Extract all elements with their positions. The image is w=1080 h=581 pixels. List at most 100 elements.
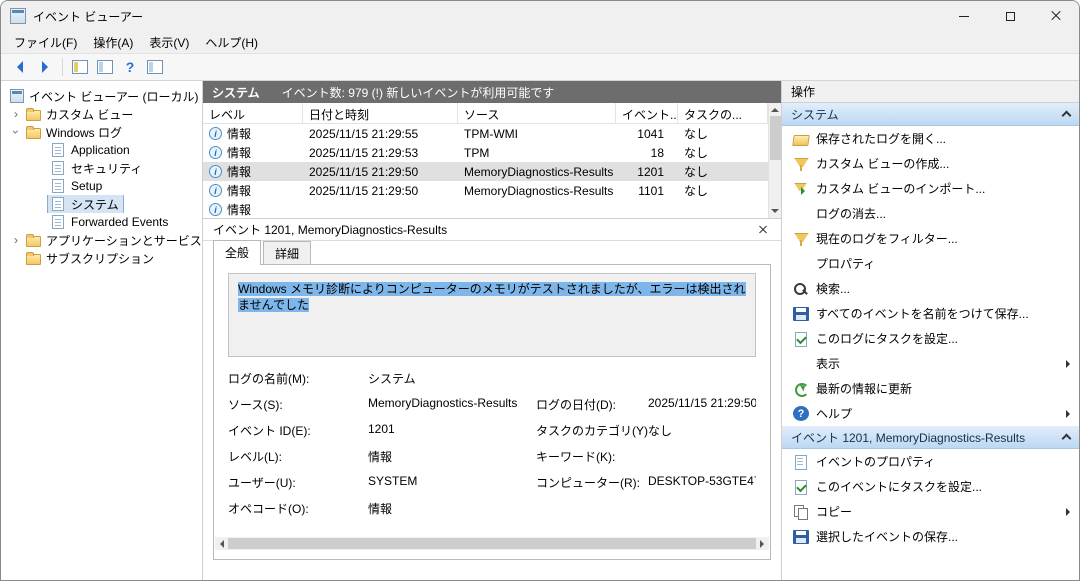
field-label bbox=[536, 500, 648, 517]
find-icon bbox=[793, 281, 809, 297]
action-label: カスタム ビューのインポート... bbox=[816, 180, 985, 197]
field-value: DESKTOP-53GTE47 bbox=[648, 474, 756, 491]
field-label: キーワード(K): bbox=[536, 448, 648, 465]
menu-action[interactable]: 操作(A) bbox=[85, 32, 141, 53]
menu-view[interactable]: 表示(V) bbox=[141, 32, 197, 53]
tree-item-system[interactable]: システム bbox=[1, 195, 202, 213]
back-button[interactable] bbox=[9, 56, 31, 78]
table-row[interactable]: 情報 bbox=[203, 200, 768, 218]
help-button[interactable]: ? bbox=[119, 56, 141, 78]
chevron-right-icon[interactable] bbox=[9, 233, 23, 247]
column-source[interactable]: ソース bbox=[458, 103, 616, 123]
tree-item-label: サブスクリプション bbox=[46, 250, 154, 267]
table-row[interactable]: 情報 2025/11/15 21:29:55 TPM-WMI 1041 なし bbox=[203, 124, 768, 143]
action-find[interactable]: 検索... bbox=[782, 276, 1079, 301]
column-level[interactable]: レベル bbox=[203, 103, 303, 123]
actions-pane: 操作 システム 保存されたログを開く... カスタム ビューの作成... カスタ… bbox=[782, 81, 1079, 580]
scrollbar-thumb[interactable] bbox=[228, 538, 756, 549]
action-save-selected-events[interactable]: 選択したイベントの保存... bbox=[782, 524, 1079, 549]
subscriptions-icon bbox=[26, 254, 41, 265]
scroll-down-arrow[interactable] bbox=[771, 205, 779, 218]
action-view[interactable]: 表示 bbox=[782, 351, 1079, 376]
forward-button[interactable] bbox=[34, 56, 56, 78]
tab-general[interactable]: 全般 bbox=[213, 240, 261, 265]
action-attach-task-to-event[interactable]: このイベントにタスクを設定... bbox=[782, 474, 1079, 499]
action-properties[interactable]: プロパティ bbox=[782, 251, 1079, 276]
console-tree-toggle-button[interactable] bbox=[69, 56, 91, 78]
close-icon bbox=[1050, 10, 1062, 22]
scroll-left-arrow[interactable] bbox=[215, 537, 228, 550]
table-row[interactable]: 情報 2025/11/15 21:29:50 MemoryDiagnostics… bbox=[203, 181, 768, 200]
properties-button[interactable] bbox=[94, 56, 116, 78]
action-create-custom-view[interactable]: カスタム ビューの作成... bbox=[782, 151, 1079, 176]
cell-level: 情報 bbox=[227, 163, 251, 180]
log-icon bbox=[52, 215, 64, 229]
actions-section-event[interactable]: イベント 1201, MemoryDiagnostics-Results bbox=[782, 426, 1079, 449]
column-task-category[interactable]: タスクの... bbox=[678, 103, 768, 123]
event-properties-icon bbox=[793, 454, 809, 470]
actions-pane-title: 操作 bbox=[782, 81, 1079, 103]
action-clear-log[interactable]: ログの消去... bbox=[782, 201, 1079, 226]
actions-section-system[interactable]: システム bbox=[782, 103, 1079, 126]
action-copy[interactable]: コピー bbox=[782, 499, 1079, 524]
folder-icon bbox=[26, 128, 41, 139]
action-label: プロパティ bbox=[816, 255, 875, 272]
action-event-properties[interactable]: イベントのプロパティ bbox=[782, 449, 1079, 474]
maximize-icon bbox=[1006, 12, 1015, 21]
tree-item-label: Application bbox=[71, 143, 130, 157]
action-pane-toggle-button[interactable] bbox=[144, 56, 166, 78]
field-label: ログの日付(D): bbox=[536, 396, 648, 413]
field-value: 情報 bbox=[368, 448, 536, 465]
maximize-button[interactable] bbox=[987, 1, 1033, 31]
tree-item-forwarded-events[interactable]: Forwarded Events bbox=[1, 213, 202, 231]
action-attach-task-to-log[interactable]: このログにタスクを設定... bbox=[782, 326, 1079, 351]
details-close-button[interactable] bbox=[755, 222, 771, 238]
menu-file[interactable]: ファイル(F) bbox=[6, 32, 85, 53]
horizontal-scrollbar[interactable] bbox=[215, 537, 769, 550]
field-label bbox=[536, 370, 648, 387]
tree-item-setup[interactable]: Setup bbox=[1, 177, 202, 195]
chevron-right-icon[interactable] bbox=[9, 107, 23, 121]
info-icon bbox=[209, 146, 222, 159]
column-event-id[interactable]: イベント... bbox=[616, 103, 678, 123]
field-value: 情報 bbox=[368, 500, 536, 517]
cell-event-id: 1101 bbox=[616, 184, 678, 198]
action-refresh[interactable]: 最新の情報に更新 bbox=[782, 376, 1079, 401]
chevron-up-icon bbox=[1062, 111, 1072, 121]
vertical-scrollbar[interactable] bbox=[768, 103, 781, 218]
task-icon bbox=[793, 331, 809, 347]
table-row-selected[interactable]: 情報 2025/11/15 21:29:50 MemoryDiagnostics… bbox=[203, 162, 768, 181]
properties-icon bbox=[97, 60, 113, 74]
toolbar: ? bbox=[1, 53, 1079, 81]
tree-item-applications-services-logs[interactable]: アプリケーションとサービス ログ bbox=[1, 231, 202, 249]
column-datetime[interactable]: 日付と時刻 bbox=[303, 103, 458, 123]
tree-item-custom-views[interactable]: カスタム ビュー bbox=[1, 105, 202, 123]
tree-item-event-viewer-local[interactable]: イベント ビューアー (ローカル) bbox=[1, 87, 202, 105]
forward-arrow-icon bbox=[42, 61, 48, 73]
create-custom-view-icon bbox=[793, 156, 809, 172]
action-open-saved-log[interactable]: 保存されたログを開く... bbox=[782, 126, 1079, 151]
action-help[interactable]: ヘルプ bbox=[782, 401, 1079, 426]
scrollbar-thumb[interactable] bbox=[770, 116, 781, 160]
tree-item-security[interactable]: セキュリティ bbox=[1, 159, 202, 177]
table-row[interactable]: 情報 2025/11/15 21:29:53 TPM 18 なし bbox=[203, 143, 768, 162]
toolbar-separator bbox=[62, 58, 63, 76]
action-import-custom-view[interactable]: カスタム ビューのインポート... bbox=[782, 176, 1079, 201]
cell-datetime: 2025/11/15 21:29:53 bbox=[303, 146, 458, 160]
minimize-button[interactable] bbox=[941, 1, 987, 31]
action-label: このイベントにタスクを設定... bbox=[816, 478, 982, 495]
tree-item-subscriptions[interactable]: サブスクリプション bbox=[1, 249, 202, 267]
tree-item-application[interactable]: Application bbox=[1, 141, 202, 159]
action-label: イベントのプロパティ bbox=[816, 453, 935, 470]
action-save-all-events-as[interactable]: すべてのイベントを名前をつけて保存... bbox=[782, 301, 1079, 326]
menu-help[interactable]: ヘルプ(H) bbox=[197, 32, 266, 53]
tree-item-windows-logs[interactable]: Windows ログ bbox=[1, 123, 202, 141]
action-filter-current-log[interactable]: 現在のログをフィルター... bbox=[782, 226, 1079, 251]
scroll-up-arrow[interactable] bbox=[771, 103, 779, 116]
cell-datetime: 2025/11/15 21:29:50 bbox=[303, 184, 458, 198]
scroll-right-arrow[interactable] bbox=[756, 537, 769, 550]
action-label: ヘルプ bbox=[816, 405, 852, 422]
chevron-down-icon[interactable] bbox=[9, 125, 23, 139]
close-button[interactable] bbox=[1033, 1, 1079, 31]
tab-details[interactable]: 詳細 bbox=[263, 241, 311, 265]
